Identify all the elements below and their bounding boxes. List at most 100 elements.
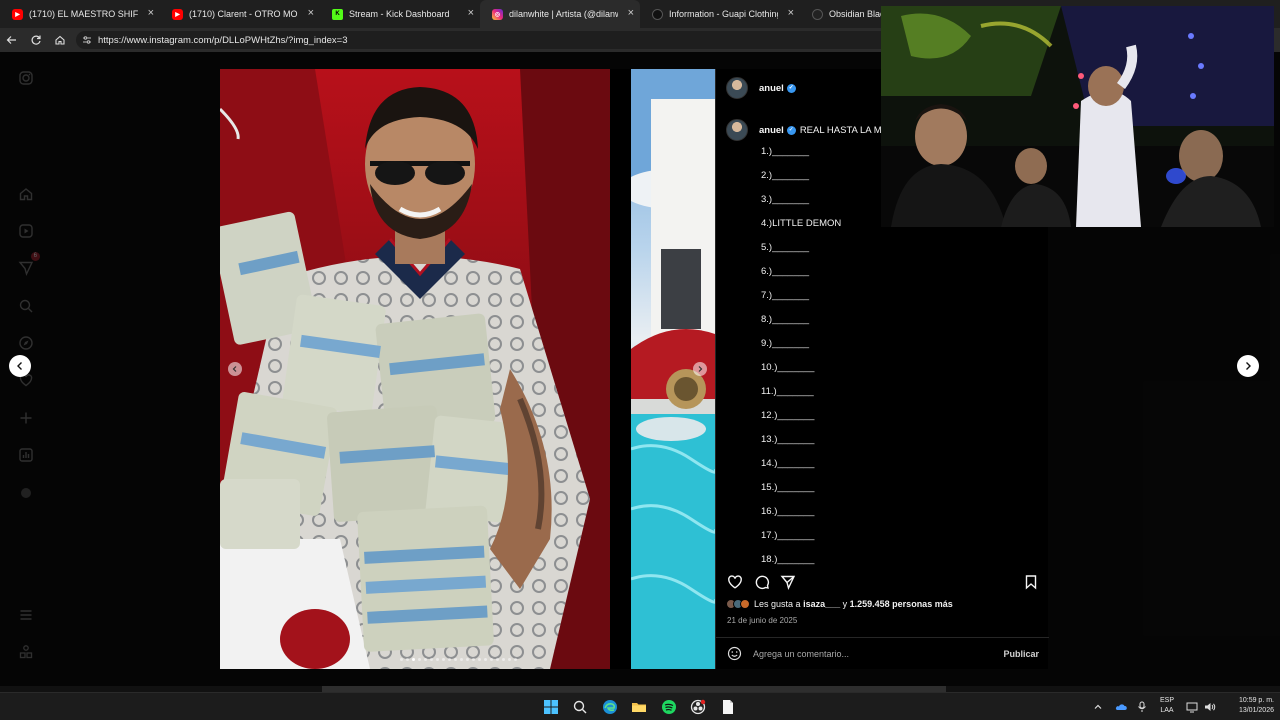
tab-label: Information - Guapi Clothing - Ch: [669, 9, 778, 19]
post-image-carousel[interactable]: [220, 69, 715, 669]
screen: ▶ (1710) EL MAESTRO SHIFU VS 33 M × ▶ (1…: [0, 0, 1280, 720]
obsidian-icon: [812, 8, 823, 20]
caption-line: 8.)_______: [761, 314, 810, 325]
carousel-dot-active: [412, 658, 415, 661]
previous-post-button[interactable]: [9, 355, 31, 377]
caption-line: 5.)_______: [761, 242, 810, 253]
close-icon[interactable]: ×: [308, 8, 314, 19]
start-button[interactable]: [541, 697, 561, 717]
onedrive-icon[interactable]: [1115, 701, 1127, 713]
close-icon[interactable]: ×: [468, 8, 474, 19]
photo-illustration: [220, 69, 610, 669]
edge-icon: [603, 700, 617, 714]
clock-time: 10:59 p. m.: [1238, 697, 1274, 704]
publish-button[interactable]: Publicar: [1003, 649, 1039, 659]
caption-line: 4.)LITTLE DEMON: [761, 218, 842, 229]
obs-app-button[interactable]: [688, 697, 708, 717]
keyboard-layout: LAA: [1160, 707, 1174, 714]
document-icon: [723, 700, 733, 714]
back-button[interactable]: [0, 28, 24, 52]
home-button[interactable]: [48, 28, 72, 52]
avatar[interactable]: [726, 77, 748, 99]
likes-user[interactable]: isaza___: [803, 599, 840, 609]
volume-icon: [1205, 703, 1216, 711]
browser-tab-5[interactable]: Information - Guapi Clothing - Ch ×: [640, 0, 800, 28]
home-icon: [55, 35, 65, 45]
network-icon: [1186, 702, 1198, 713]
comment-composer: Agrega un comentario... Publicar: [716, 637, 1049, 669]
carousel-dot: [436, 658, 439, 661]
system-tray: [1093, 693, 1147, 720]
post-username[interactable]: anuel: [759, 83, 784, 94]
tab-label: (1710) EL MAESTRO SHIFU VS 33 M: [29, 9, 138, 19]
close-icon[interactable]: ×: [148, 8, 154, 19]
carousel-dot: [454, 658, 457, 661]
windows-logo-icon: [544, 700, 558, 714]
webcam-overlay: [881, 6, 1274, 227]
carousel-dot: [448, 658, 451, 661]
carousel-dot: [466, 658, 469, 661]
edge-app-button[interactable]: [600, 697, 620, 717]
spotify-app-button[interactable]: [659, 697, 679, 717]
carousel-dot: [514, 658, 517, 661]
browser-tab-3[interactable]: K Stream - Kick Dashboard ×: [320, 0, 480, 28]
carousel-dot: [400, 658, 403, 661]
carousel-indicator: [400, 658, 517, 661]
close-icon[interactable]: ×: [628, 8, 634, 19]
verified-badge-icon: ✓: [786, 125, 796, 135]
like-button[interactable]: [726, 573, 744, 591]
folder-icon: [632, 703, 646, 712]
notepad-app-button[interactable]: [718, 697, 738, 717]
webcam-illustration: [881, 6, 1274, 227]
language-code: ESP: [1159, 697, 1174, 704]
comment-input[interactable]: Agrega un comentario...: [753, 649, 849, 659]
spotify-icon: [662, 700, 676, 714]
caption-body: 1.)_______ 2.)_______ 3.)_______ 4.)LITT…: [761, 146, 841, 578]
post-actions: [716, 569, 1049, 595]
post-header: anuel ✓: [726, 77, 796, 99]
save-button[interactable]: [1022, 573, 1040, 591]
guapi-icon: [652, 8, 663, 20]
post-date[interactable]: 21 de junio de 2025: [727, 616, 797, 625]
tab-label: (1710) Clarent - OTRO MOMENTO: [189, 9, 298, 19]
carousel-dot: [418, 658, 421, 661]
taskbar-search-button[interactable]: [570, 697, 590, 717]
emoji-icon[interactable]: [726, 646, 742, 662]
quick-settings[interactable]: [1186, 693, 1216, 720]
caption-line: 7.)_______: [761, 290, 810, 301]
carousel-dot: [502, 658, 505, 661]
avatar: [740, 599, 750, 609]
bookmark-icon: [1025, 575, 1037, 590]
caption-line: 16.)_______: [761, 506, 815, 517]
browser-tab-4[interactable]: ◎ dilanwhite | Artista (@dilanwhitee) ×: [480, 0, 640, 28]
caption-line: 1.)_______: [761, 146, 810, 157]
likes-prefix: Les gusta a: [754, 599, 801, 609]
taskbar-clock[interactable]: 10:59 p. m. 13/01/2026: [1220, 696, 1274, 716]
next-post-button[interactable]: [1237, 355, 1259, 377]
input-language-indicator[interactable]: ESP LAA: [1156, 696, 1178, 716]
send-icon: [780, 575, 796, 590]
browser-tab-1[interactable]: ▶ (1710) EL MAESTRO SHIFU VS 33 M ×: [0, 0, 160, 28]
browser-tab-2[interactable]: ▶ (1710) Clarent - OTRO MOMENTO ×: [160, 0, 320, 28]
chevron-up-icon[interactable]: [1093, 702, 1103, 712]
avatar[interactable]: [726, 119, 748, 141]
carousel-dot: [442, 658, 445, 661]
microphone-icon[interactable]: [1137, 701, 1147, 713]
site-info-icon[interactable]: [82, 35, 92, 45]
caption-username[interactable]: anuel: [759, 125, 784, 136]
photo-next-button[interactable]: [693, 362, 707, 376]
search-icon: [573, 700, 587, 714]
likes-count[interactable]: 1.259.458 personas más: [850, 599, 953, 609]
address-bar[interactable]: https://www.instagram.com/p/DLLoPWHtZhs/…: [76, 31, 896, 49]
likes-summary[interactable]: Les gusta a isaza___ y 1.259.458 persona…: [726, 599, 953, 609]
reload-button[interactable]: [24, 28, 48, 52]
arrow-left-icon: [6, 36, 16, 44]
caption-line: 12.)_______: [761, 410, 815, 421]
close-icon[interactable]: ×: [788, 8, 794, 19]
comment-button[interactable]: [753, 573, 771, 591]
photo-previous-button[interactable]: [228, 362, 242, 376]
carousel-dot: [430, 658, 433, 661]
share-button[interactable]: [779, 573, 797, 591]
file-explorer-button[interactable]: [629, 697, 649, 717]
windows-taskbar: ESP LAA 10:59 p. m. 13/01/2026: [0, 692, 1280, 720]
